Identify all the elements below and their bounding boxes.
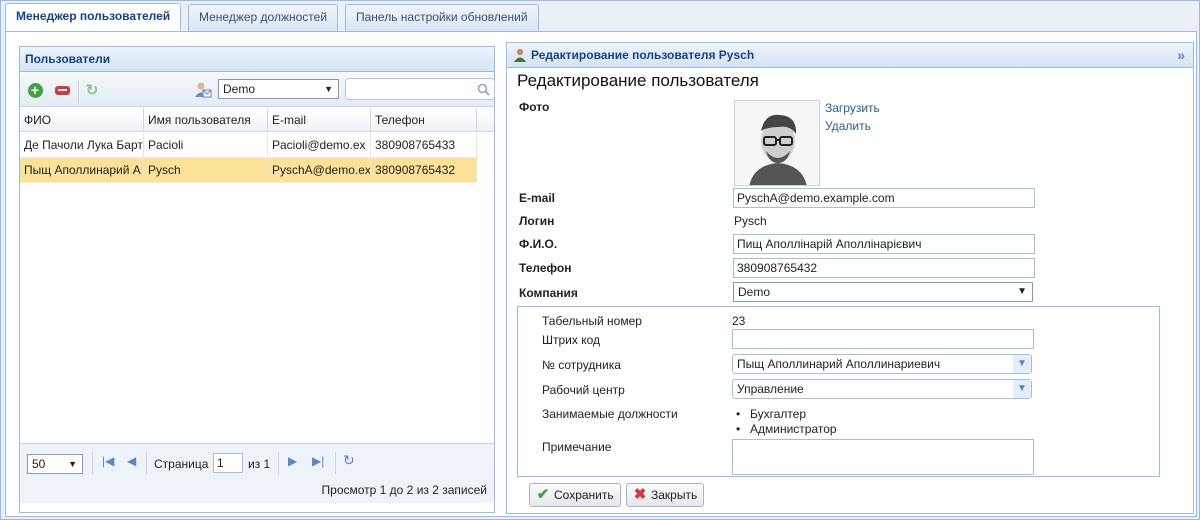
company-label: Компания <box>519 286 578 300</box>
cell-fio: Де Пачоли Лука Барт <box>20 133 144 158</box>
users-panel-title: Пользователи <box>20 47 494 72</box>
upload-photo-link[interactable]: Загрузить <box>825 101 880 115</box>
check-icon: ✔ <box>536 486 550 503</box>
page-label: Страница <box>154 457 209 471</box>
chevron-down-icon: ▼ <box>1013 380 1031 398</box>
login-label: Логин <box>519 214 555 228</box>
dropdown-arrow-icon: ▼ <box>68 459 77 469</box>
company-value: Demo <box>738 285 771 299</box>
position-item: Бухгалтер <box>750 407 807 421</box>
pager-summary: Просмотр 1 до 2 из 2 записей <box>321 483 487 497</box>
fio-label: Ф.И.О. <box>519 237 558 251</box>
company-select[interactable]: Demo ▼ <box>733 282 1033 302</box>
table-row-selected[interactable]: Пыщ Аполлинарий А Pysch PyschA@demo.ex 3… <box>20 158 477 183</box>
phone-label: Телефон <box>519 261 572 275</box>
app-frame: Менеджер пользователей Менеджер должност… <box>0 0 1200 520</box>
workcenter-label: Рабочий центр <box>542 383 625 397</box>
edit-user-panel: Редактирование пользователя Pysch » Реда… <box>506 42 1194 514</box>
column-fio[interactable]: ФИО <box>20 108 144 132</box>
company-filter-value: Demo <box>223 82 256 96</box>
edit-panel-header: Редактирование пользователя Pysch » <box>507 43 1193 68</box>
workcenter-select[interactable]: Управление ▼ <box>732 379 1032 399</box>
barcode-field[interactable] <box>732 329 1034 349</box>
page-number-input[interactable]: 1 <box>213 453 243 473</box>
email-label: E-mail <box>519 191 556 205</box>
workcenter-value: Управление <box>737 382 804 396</box>
minus-icon <box>54 85 70 95</box>
edit-panel-title: Редактирование пользователя Pysch <box>531 48 755 62</box>
dropdown-arrow-icon: ▼ <box>1017 286 1027 297</box>
column-email[interactable]: E-mail <box>268 108 371 132</box>
next-page-icon[interactable]: ▶ <box>288 454 297 468</box>
save-button[interactable]: ✔ Сохранить <box>529 483 621 507</box>
photo-label: Фото <box>519 100 550 114</box>
add-user-button[interactable]: + <box>27 82 43 98</box>
note-label: Примечание <box>542 440 612 454</box>
cell-fio: Пыщ Аполлинарий А <box>20 158 144 183</box>
chevron-down-icon: ▼ <box>1013 355 1031 373</box>
tab-update-settings[interactable]: Панель настройки обновлений <box>345 4 539 31</box>
tab-number-label: Табельный номер <box>542 314 642 328</box>
position-item: Администратор <box>750 422 837 436</box>
column-phone[interactable]: Телефон <box>371 108 477 132</box>
email-field[interactable]: PyschA@demo.example.com <box>733 188 1035 208</box>
refresh-icon[interactable]: ↻ <box>343 452 355 469</box>
delete-photo-link[interactable]: Удалить <box>825 119 871 133</box>
first-page-icon[interactable]: |◀ <box>102 454 114 468</box>
positions-label: Занимаемые должности <box>542 407 678 421</box>
user-photo <box>734 100 820 186</box>
cell-phone: 380908765433 <box>371 133 477 158</box>
phone-field[interactable]: 380908765432 <box>733 258 1035 278</box>
tab-content: Пользователи + ↻ Demo ▼ ФИО Имя пользова… <box>5 32 1197 517</box>
cell-email: PyschA@demo.ex <box>268 158 371 183</box>
users-toolbar: + ↻ Demo ▼ <box>20 73 495 107</box>
tab-number-value: 23 <box>732 314 746 328</box>
page-count-label: из 1 <box>248 457 271 471</box>
edit-heading: Редактирование пользователя <box>517 71 759 90</box>
close-icon: ✖ <box>633 486 647 503</box>
page-size-value: 50 <box>32 457 46 471</box>
last-page-icon[interactable]: ▶| <box>312 454 324 468</box>
dropdown-arrow-icon: ▼ <box>324 84 333 94</box>
tab-bar: Менеджер пользователей Менеджер должност… <box>1 1 1200 33</box>
delete-user-button[interactable] <box>54 82 70 98</box>
page-size-select[interactable]: 50 ▼ <box>27 454 83 474</box>
prev-page-icon[interactable]: ◀ <box>127 454 136 468</box>
column-username[interactable]: Имя пользователя <box>144 108 268 132</box>
employee-details-box: Табельный номер 23 Штрих код № сотрудник… <box>517 306 1160 477</box>
note-textarea[interactable] <box>732 439 1034 475</box>
position-bullet: • <box>736 422 741 436</box>
collapse-panel-icon[interactable]: » <box>1177 43 1185 67</box>
search-icon <box>477 83 490 96</box>
employee-number-value: Пыщ Аполлинарий Аполлинариевич <box>737 357 941 371</box>
refresh-users-button[interactable]: ↻ <box>84 82 100 99</box>
position-bullet: • <box>736 407 741 421</box>
users-panel: Пользователи + ↻ Demo ▼ ФИО Имя пользова… <box>19 46 495 513</box>
cell-username: Pacioli <box>144 133 268 158</box>
company-filter-select[interactable]: Demo ▼ <box>218 79 339 99</box>
user-search-input[interactable] <box>345 78 495 100</box>
user-icon <box>514 48 526 62</box>
close-button[interactable]: ✖ Закрыть <box>626 483 705 507</box>
login-value: Pysch <box>734 214 767 228</box>
plus-icon: + <box>27 82 43 98</box>
users-pager: 50 ▼ |◀ ◀ Страница 1 из 1 ▶ ▶| ↻ Просмот… <box>20 443 494 503</box>
cell-email: Pacioli@demo.ex <box>268 133 371 158</box>
barcode-label: Штрих код <box>542 333 601 347</box>
users-grid-header: ФИО Имя пользователя E-mail Телефон <box>20 108 494 132</box>
cell-phone: 380908765432 <box>371 158 477 183</box>
company-user-icon <box>195 82 212 98</box>
close-button-label: Закрыть <box>651 488 698 502</box>
tab-user-manager[interactable]: Менеджер пользователей <box>5 3 182 32</box>
tab-position-manager[interactable]: Менеджер должностей <box>188 4 339 31</box>
fio-field[interactable]: Пищ Аполлінарій Аполлінарієвич <box>733 234 1035 254</box>
employee-number-select[interactable]: Пыщ Аполлинарий Аполлинариевич ▼ <box>732 354 1032 374</box>
refresh-icon: ↻ <box>85 82 99 99</box>
save-button-label: Сохранить <box>554 488 614 502</box>
table-row[interactable]: Де Пачоли Лука Барт Pacioli Pacioli@demo… <box>20 133 477 158</box>
employee-number-label: № сотрудника <box>542 358 621 372</box>
cell-username: Pysch <box>144 158 268 183</box>
